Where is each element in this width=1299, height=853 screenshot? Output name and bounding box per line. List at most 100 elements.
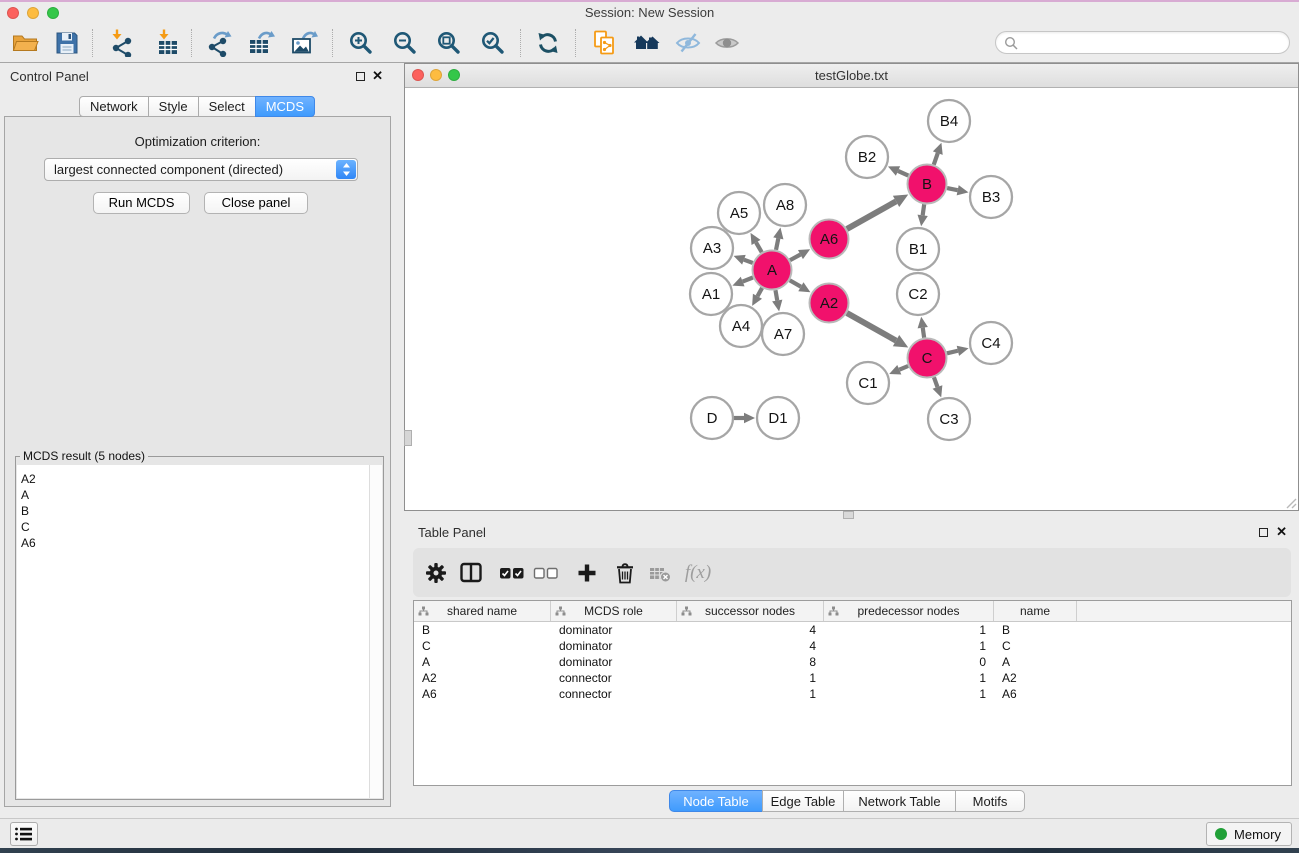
graph-node-C4[interactable]: C4 <box>970 322 1012 364</box>
resize-grip-icon[interactable] <box>1283 495 1297 509</box>
tab-network[interactable]: Network <box>79 96 149 117</box>
tab-mcds[interactable]: MCDS <box>255 96 315 117</box>
tab-style[interactable]: Style <box>148 96 199 117</box>
optimization-dropdown[interactable]: largest connected component (directed) <box>44 158 358 181</box>
search-input[interactable] <box>1023 36 1281 50</box>
table-cell[interactable]: B <box>414 622 551 638</box>
graph-node-C1[interactable]: C1 <box>847 362 889 404</box>
table-cell[interactable]: 1 <box>824 686 994 702</box>
network-graph[interactable]: B4B2BB3A8A5A6A3B1AA1C2A2A4A7C4CC1DD1C3 <box>405 89 1298 510</box>
table-cell[interactable]: A6 <box>414 686 551 702</box>
table-cell[interactable]: 4 <box>677 622 824 638</box>
graph-node-A[interactable]: A <box>753 251 792 290</box>
zoom-fit-button[interactable] <box>432 27 466 59</box>
memory-button[interactable]: Memory <box>1206 822 1292 846</box>
run-mcds-button[interactable]: Run MCDS <box>93 192 190 214</box>
graph-node-A7[interactable]: A7 <box>762 313 804 355</box>
table-cell[interactable]: A6 <box>994 686 1077 702</box>
tab-select[interactable]: Select <box>198 96 256 117</box>
refresh-network-button[interactable] <box>531 27 565 59</box>
select-all-columns-button[interactable] <box>499 560 525 586</box>
zoom-in-button[interactable] <box>344 27 378 59</box>
vertical-divider-grip[interactable] <box>404 430 412 446</box>
graph-node-A1[interactable]: A1 <box>690 273 732 315</box>
float-panel-button[interactable] <box>356 72 365 81</box>
column-header-predecessor-nodes[interactable]: predecessor nodes <box>824 601 994 621</box>
graph-node-A6[interactable]: A6 <box>810 220 849 259</box>
delete-table-button[interactable] <box>647 560 673 586</box>
table-cell[interactable]: A2 <box>994 670 1077 686</box>
column-header-successor-nodes[interactable]: successor nodes <box>677 601 824 621</box>
result-scrollbar[interactable] <box>369 465 382 798</box>
table-cell[interactable]: A <box>414 654 551 670</box>
result-item[interactable]: A6 <box>17 535 382 551</box>
graph-node-B[interactable]: B <box>908 165 947 204</box>
table-cell[interactable]: 8 <box>677 654 824 670</box>
table-cell[interactable]: dominator <box>551 622 677 638</box>
graph-node-C2[interactable]: C2 <box>897 273 939 315</box>
show-columns-button[interactable] <box>458 560 484 586</box>
table-cell[interactable]: dominator <box>551 654 677 670</box>
zoom-out-button[interactable] <box>388 27 422 59</box>
show-eye-button[interactable] <box>710 27 744 59</box>
function-builder-button[interactable]: f(x) <box>685 560 711 586</box>
table-cell[interactable]: connector <box>551 670 677 686</box>
graph-node-A8[interactable]: A8 <box>764 184 806 226</box>
graph-node-D1[interactable]: D1 <box>757 397 799 439</box>
graph-node-B4[interactable]: B4 <box>928 100 970 142</box>
tab-edge-table[interactable]: Edge Table <box>762 790 844 812</box>
table-cell[interactable]: A <box>994 654 1077 670</box>
table-cell[interactable]: 1 <box>677 670 824 686</box>
import-table-button[interactable] <box>150 27 184 59</box>
search-box[interactable] <box>995 31 1290 54</box>
deselect-all-columns-button[interactable] <box>533 560 559 586</box>
table-cell[interactable]: C <box>994 638 1077 654</box>
graph-node-C3[interactable]: C3 <box>928 398 970 440</box>
table-cell[interactable]: dominator <box>551 638 677 654</box>
horizontal-divider-grip[interactable] <box>843 511 854 519</box>
close-panel-button[interactable]: Close panel <box>204 192 308 214</box>
task-history-button[interactable] <box>10 822 38 846</box>
zoom-selected-button[interactable] <box>476 27 510 59</box>
hide-panels-button[interactable] <box>671 27 705 59</box>
create-column-button[interactable] <box>574 560 600 586</box>
table-cell[interactable]: 1 <box>824 670 994 686</box>
table-settings-button[interactable] <box>423 560 449 586</box>
graph-node-A3[interactable]: A3 <box>691 227 733 269</box>
table-cell[interactable]: 4 <box>677 638 824 654</box>
graph-node-B2[interactable]: B2 <box>846 136 888 178</box>
export-network-button[interactable] <box>201 27 235 59</box>
export-image-button[interactable] <box>287 27 321 59</box>
graph-node-A5[interactable]: A5 <box>718 192 760 234</box>
table-cell[interactable]: connector <box>551 686 677 702</box>
table-cell[interactable]: 1 <box>677 686 824 702</box>
float-table-panel-button[interactable] <box>1259 528 1268 537</box>
tab-network-table[interactable]: Network Table <box>843 790 956 812</box>
delete-column-button[interactable] <box>612 560 638 586</box>
graph-node-B3[interactable]: B3 <box>970 176 1012 218</box>
save-session-button[interactable] <box>50 27 84 59</box>
table-cell[interactable]: C <box>414 638 551 654</box>
table-cell[interactable]: A2 <box>414 670 551 686</box>
network-canvas[interactable]: B4B2BB3A8A5A6A3B1AA1C2A2A4A7C4CC1DD1C3 <box>405 89 1298 510</box>
table-cell[interactable]: 1 <box>824 638 994 654</box>
tab-node-table[interactable]: Node Table <box>669 790 763 812</box>
column-header-MCDS-role[interactable]: MCDS role <box>551 601 677 621</box>
column-header-name[interactable]: name <box>994 601 1077 621</box>
close-panel-icon[interactable]: ✕ <box>372 67 383 85</box>
graph-node-C[interactable]: C <box>908 339 947 378</box>
export-table-button[interactable] <box>244 27 278 59</box>
table-cell[interactable]: B <box>994 622 1077 638</box>
tab-motifs[interactable]: Motifs <box>955 790 1025 812</box>
result-item[interactable]: A2 <box>17 471 382 487</box>
import-network-button[interactable] <box>103 27 137 59</box>
graph-node-A2[interactable]: A2 <box>810 284 849 323</box>
open-session-button[interactable] <box>8 27 42 59</box>
graph-node-A4[interactable]: A4 <box>720 305 762 347</box>
graph-node-D[interactable]: D <box>691 397 733 439</box>
home-button[interactable] <box>630 27 664 59</box>
result-item[interactable]: A <box>17 487 382 503</box>
table-cell[interactable]: 0 <box>824 654 994 670</box>
result-item[interactable]: C <box>17 519 382 535</box>
column-header-shared-name[interactable]: shared name <box>414 601 551 621</box>
